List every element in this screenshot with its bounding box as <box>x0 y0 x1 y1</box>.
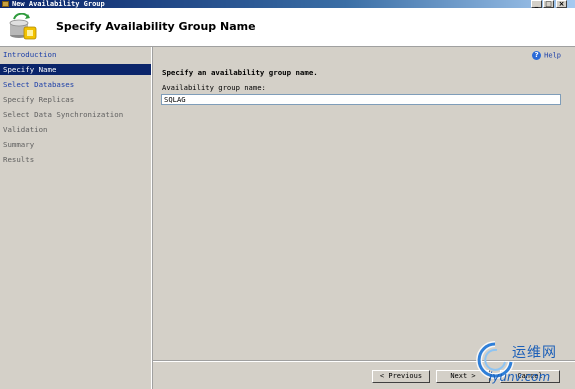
nav-step-summary: Summary <box>3 140 35 149</box>
app-icon <box>2 1 9 7</box>
watermark-url: iyunv.com <box>489 370 551 384</box>
wizard-page-content: ? Help Specify an availability group name… <box>153 47 575 389</box>
group-name-input[interactable]: SQLAG <box>161 94 561 105</box>
minimize-button[interactable]: _ <box>531 0 542 8</box>
nav-step-results: Results <box>3 155 35 164</box>
help-icon: ? <box>532 51 542 60</box>
previous-button[interactable]: < Previous <box>372 370 430 383</box>
nav-step-specify-replicas: Specify Replicas <box>3 95 75 104</box>
database-refresh-icon <box>9 13 37 40</box>
help-link[interactable]: ? Help <box>532 51 561 60</box>
nav-step-select-databases[interactable]: Select Databases <box>0 79 151 90</box>
window-title-bar[interactable]: New Availability Group _ □ × <box>0 0 575 8</box>
watermark-site-name: 运维网 <box>512 345 557 361</box>
help-label: Help <box>544 51 561 60</box>
group-name-label: Availability group name: <box>162 83 266 92</box>
wizard-step-list: Introduction Specify Name Select Databas… <box>0 47 152 389</box>
wizard-header: Specify Availability Group Name <box>0 8 575 47</box>
nav-step-validation: Validation <box>3 125 48 134</box>
nav-step-specify-name[interactable]: Specify Name <box>0 64 151 75</box>
maximize-button[interactable]: □ <box>543 0 554 8</box>
close-button[interactable]: × <box>556 0 567 8</box>
instruction-text: Specify an availability group name. <box>162 68 318 77</box>
page-title: Specify Availability Group Name <box>56 20 256 33</box>
nav-step-select-data-sync: Select Data Synchronization <box>3 110 124 119</box>
window-title: New Availability Group <box>12 0 105 8</box>
nav-step-introduction[interactable]: Introduction <box>0 49 151 60</box>
site-watermark: 运维网 iyunv.com <box>475 340 575 389</box>
